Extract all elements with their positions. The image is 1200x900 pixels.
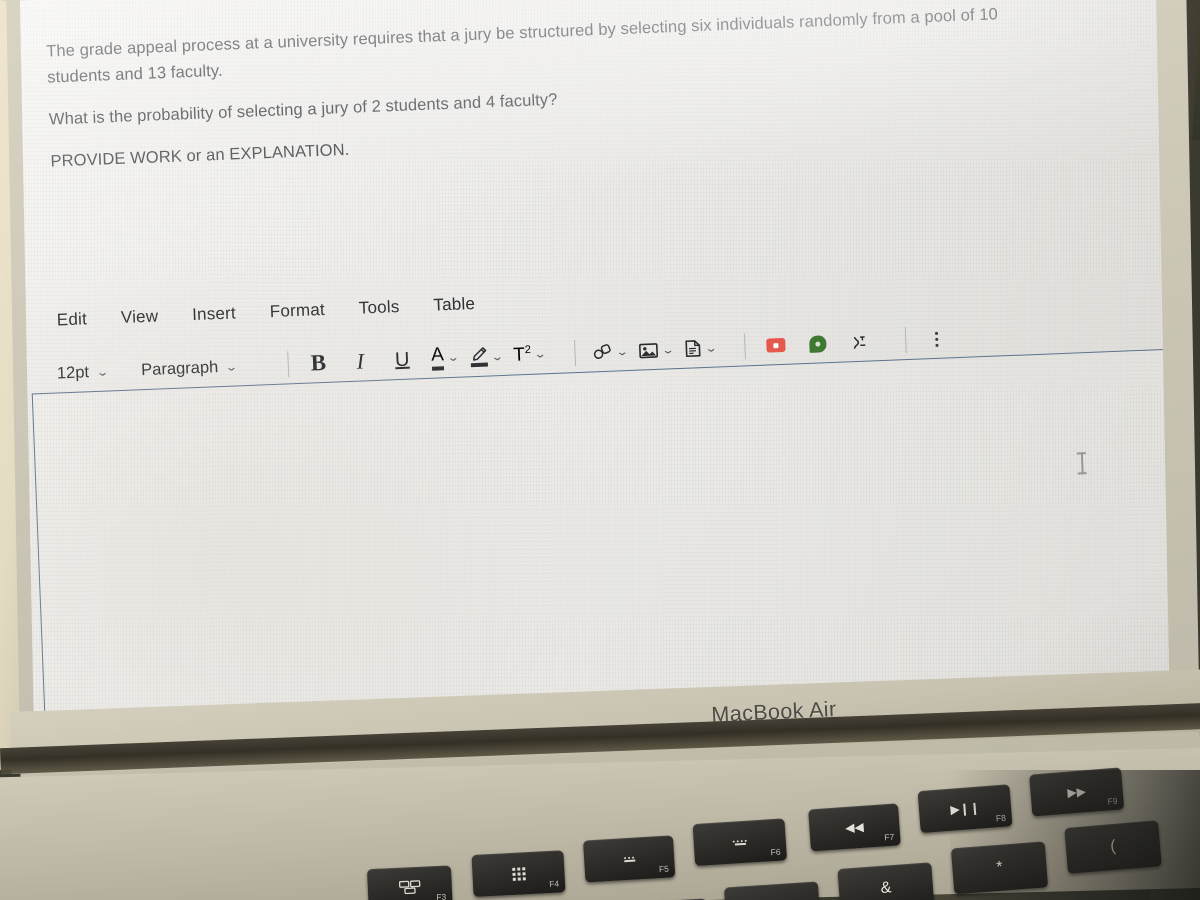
- key-f3[interactable]: F3: [366, 865, 453, 900]
- menu-item-table[interactable]: Table: [433, 294, 475, 316]
- toolbar-divider: [573, 340, 576, 367]
- chevron-down-icon[interactable]: ⌄: [490, 349, 504, 363]
- chevron-down-icon: ⌄: [95, 365, 110, 379]
- rewind-icon: ◀◀: [844, 819, 865, 836]
- text-cursor-icon: [1077, 452, 1087, 475]
- insert-document-control[interactable]: ⌄: [684, 339, 718, 358]
- keyboard-backlight-down-icon: [623, 856, 635, 862]
- block-format-dropdown[interactable]: Paragraph ⌄: [140, 357, 239, 380]
- text-color-control[interactable]: A ⌄: [431, 345, 461, 371]
- key-6-caret[interactable]: ^: [723, 881, 821, 900]
- kebab-dots: [934, 331, 939, 347]
- key-f8-label: F8: [995, 812, 1007, 824]
- insert-link-control[interactable]: ⌄: [592, 343, 629, 361]
- kebab-menu-icon[interactable]: [923, 324, 950, 353]
- key-f5-label: F5: [658, 863, 670, 875]
- launchpad-icon: [511, 866, 526, 881]
- key-9-paren[interactable]: (: [1064, 820, 1162, 874]
- toolbar-divider: [744, 333, 747, 360]
- key-f6[interactable]: F6: [692, 818, 788, 867]
- chevron-down-icon[interactable]: ⌄: [447, 351, 461, 365]
- math-icon[interactable]: [846, 327, 873, 356]
- key-f5[interactable]: F5: [583, 835, 676, 883]
- document-icon: [684, 339, 702, 358]
- editor-text-area[interactable]: [31, 348, 1170, 724]
- fast-forward-icon: ▶▶: [1066, 784, 1087, 800]
- bold-button[interactable]: B: [305, 349, 332, 378]
- superscript-control[interactable]: T2 ⌄: [513, 343, 548, 367]
- font-size-value: 12pt: [56, 362, 90, 382]
- key-f4[interactable]: F4: [471, 850, 566, 898]
- video-badge-icon[interactable]: [762, 331, 789, 360]
- link-icon: [592, 344, 613, 361]
- question-block: The grade appeal process at a university…: [46, 0, 1126, 191]
- underline-button[interactable]: U: [389, 345, 416, 374]
- menu-item-tools[interactable]: Tools: [358, 297, 399, 319]
- key-f7[interactable]: ◀◀ F7: [808, 803, 901, 852]
- font-size-dropdown[interactable]: 12pt ⌄: [56, 362, 110, 383]
- toolbar-divider: [286, 351, 289, 378]
- menu-bar: Edit View Insert Format Tools Table: [56, 294, 475, 330]
- insert-image-control[interactable]: ⌄: [638, 341, 675, 359]
- block-format-value: Paragraph: [140, 357, 219, 379]
- chevron-down-icon[interactable]: ⌄: [534, 348, 548, 362]
- superscript-exponent: 2: [524, 343, 532, 356]
- app-badge-shape: [808, 334, 827, 353]
- screen-content: The grade appeal process at a university…: [19, 0, 1170, 743]
- mission-control-icon: [398, 880, 421, 895]
- key-f7-label: F7: [883, 831, 895, 843]
- text-color-icon: A: [431, 345, 445, 371]
- toolbar-divider: [905, 327, 908, 354]
- key-f3-label: F3: [436, 891, 447, 900]
- key-7-ampersand[interactable]: &: [837, 862, 935, 900]
- superscript-icon: T2: [513, 344, 532, 367]
- key-f6-label: F6: [770, 846, 781, 858]
- video-badge-shape: [765, 337, 786, 353]
- highlight-color-control[interactable]: ⌄: [469, 346, 504, 368]
- key-f9-label: F9: [1107, 795, 1118, 807]
- key-8-asterisk[interactable]: *: [950, 841, 1049, 895]
- highlighter-pen-icon: [469, 346, 488, 368]
- chevron-down-icon[interactable]: ⌄: [661, 343, 675, 357]
- chevron-down-icon: ⌄: [224, 360, 239, 374]
- menu-item-view[interactable]: View: [121, 306, 159, 327]
- chevron-down-icon[interactable]: ⌄: [615, 345, 629, 359]
- app-badge-icon[interactable]: [804, 329, 831, 358]
- keyboard-backlight-up-icon: [732, 839, 747, 846]
- key-f9[interactable]: ▶▶ F9: [1029, 767, 1125, 817]
- laptop-lid: The grade appeal process at a university…: [0, 0, 1200, 786]
- image-icon: [638, 341, 659, 359]
- key-9-symbol: (: [1109, 837, 1117, 856]
- menu-item-format[interactable]: Format: [269, 300, 325, 322]
- key-f8[interactable]: ▶❙❙ F8: [917, 784, 1013, 834]
- play-pause-icon: ▶❙❙: [949, 800, 981, 817]
- key-7-symbol: &: [879, 879, 892, 898]
- menu-item-edit[interactable]: Edit: [56, 309, 87, 330]
- italic-button[interactable]: I: [347, 347, 374, 376]
- chevron-down-icon[interactable]: ⌄: [704, 341, 718, 355]
- laptop-screen: The grade appeal process at a university…: [19, 0, 1170, 743]
- photo-scene: The grade appeal process at a university…: [0, 0, 1200, 900]
- key-f4-label: F4: [548, 878, 560, 890]
- key-8-symbol: *: [995, 858, 1004, 877]
- menu-item-insert[interactable]: Insert: [192, 303, 236, 325]
